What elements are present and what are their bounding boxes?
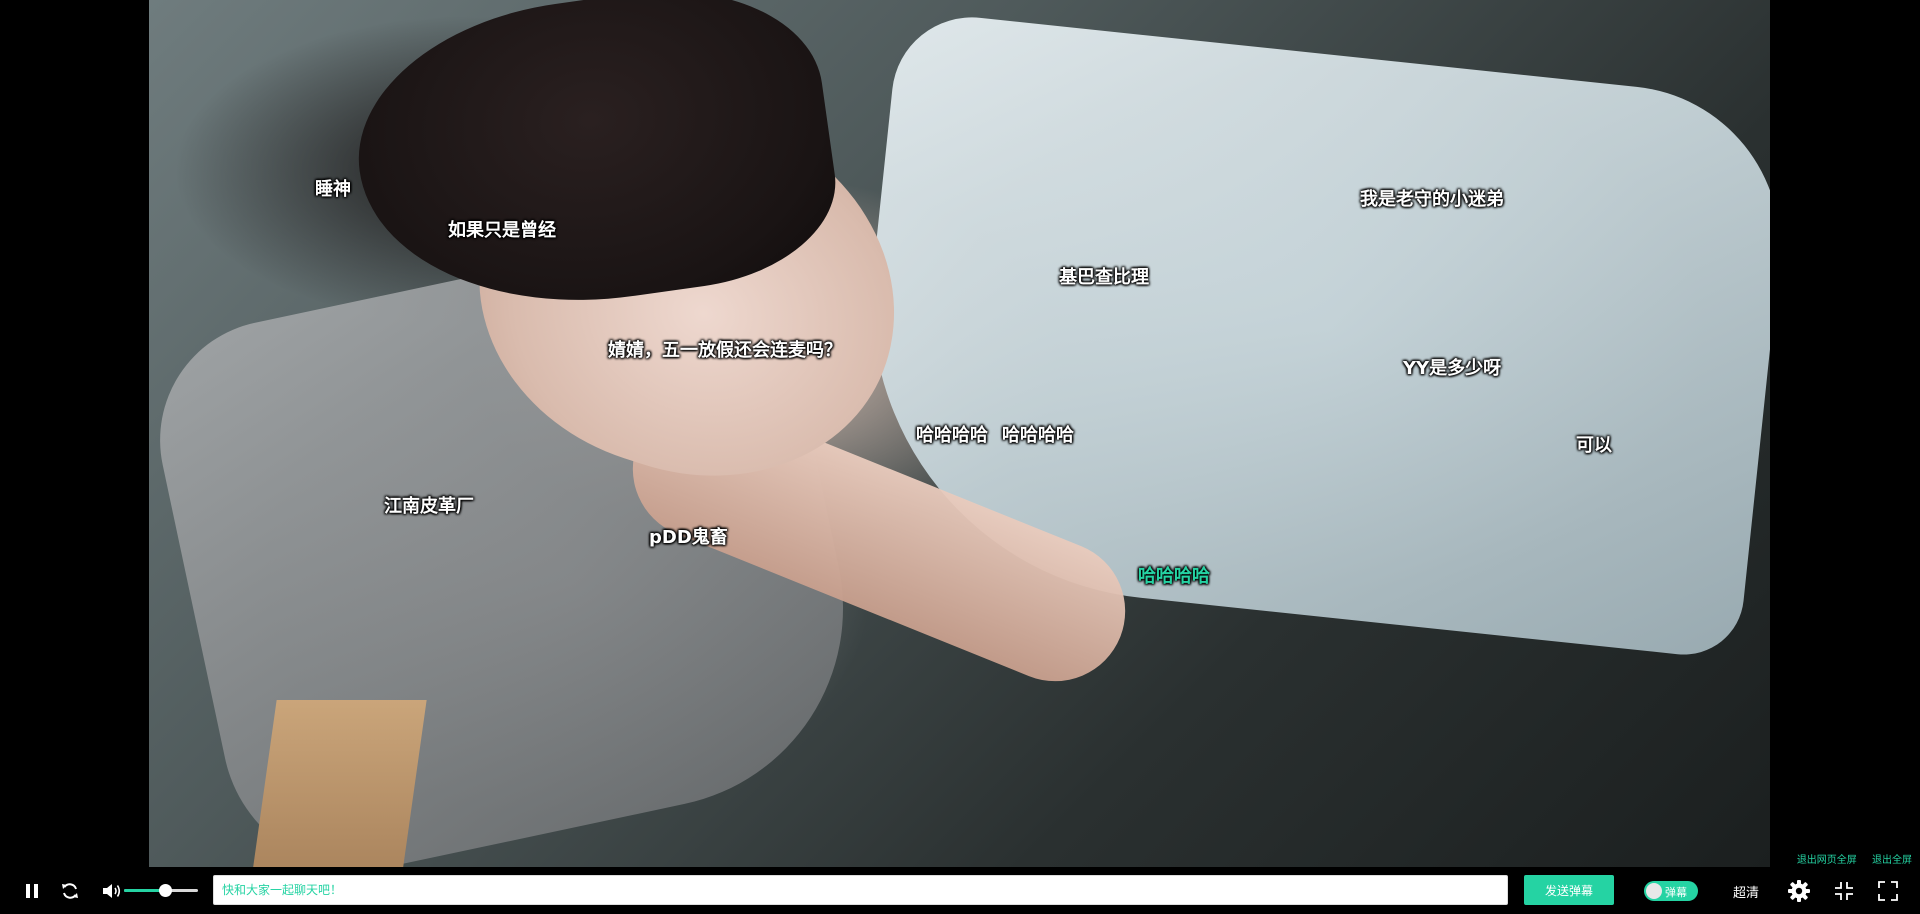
- danmaku-comment: 如果只是曾经: [448, 220, 556, 241]
- exit-fullscreen-link[interactable]: 退出全屏: [1872, 855, 1912, 866]
- danmaku-comment: 江南皮革厂: [384, 496, 474, 517]
- exit-web-fullscreen-button[interactable]: [1832, 868, 1856, 914]
- gear-icon: [1788, 880, 1810, 902]
- danmaku-comment: YY是多少呀: [1403, 358, 1502, 379]
- danmaku-comment: 基巴查比理: [1059, 267, 1149, 288]
- danmaku-toggle-knob: [1646, 883, 1662, 899]
- volume-slider-handle[interactable]: [158, 884, 172, 897]
- danmaku-comment: 睡神: [315, 179, 351, 200]
- exit-fullscreen-links: 退出网页全屏 退出全屏: [1785, 851, 1912, 866]
- danmaku-toggle-label: 弹幕: [1665, 886, 1687, 899]
- volume-icon: [103, 884, 121, 898]
- exit-fullscreen-icon: [1878, 881, 1898, 901]
- video-scene-bench: [251, 700, 427, 867]
- send-danmaku-button[interactable]: 发送弹幕: [1524, 875, 1614, 905]
- danmaku-comment: 我是老守的小迷弟: [1360, 189, 1504, 210]
- volume-button[interactable]: [100, 868, 124, 914]
- loop-button[interactable]: [58, 868, 82, 914]
- video-player: 睡神 如果只是曾经 婧婧，五一放假还会连麦吗？ 基巴查比理 我是老守的小迷弟 Y…: [0, 0, 1920, 914]
- danmaku-input[interactable]: [213, 875, 1508, 905]
- danmaku-comment: 哈哈哈哈: [1002, 425, 1074, 446]
- volume-slider[interactable]: [124, 884, 198, 897]
- danmaku-toggle[interactable]: 弹幕: [1644, 881, 1698, 901]
- danmaku-comment: 可以: [1576, 435, 1612, 456]
- loop-icon: [62, 883, 78, 899]
- danmaku-comment: 婧婧，五一放假还会连麦吗？: [608, 340, 842, 361]
- quality-selector[interactable]: 超清: [1733, 882, 1759, 901]
- control-bar: 发送弹幕 弹幕 超清: [0, 868, 1920, 914]
- exit-fullscreen-button[interactable]: [1876, 868, 1900, 914]
- pause-button[interactable]: [20, 868, 44, 914]
- exit-web-fullscreen-link[interactable]: 退出网页全屏: [1797, 855, 1857, 866]
- danmaku-comment: 哈哈哈哈: [1138, 566, 1210, 587]
- video-frame[interactable]: 睡神 如果只是曾经 婧婧，五一放假还会连麦吗？ 基巴查比理 我是老守的小迷弟 Y…: [149, 0, 1770, 867]
- pause-icon: [26, 884, 38, 898]
- danmaku-comment: 哈哈哈哈: [916, 425, 988, 446]
- settings-button[interactable]: [1786, 868, 1812, 914]
- exit-web-fullscreen-icon: [1835, 882, 1853, 900]
- danmaku-comment: pDD鬼畜: [649, 527, 728, 548]
